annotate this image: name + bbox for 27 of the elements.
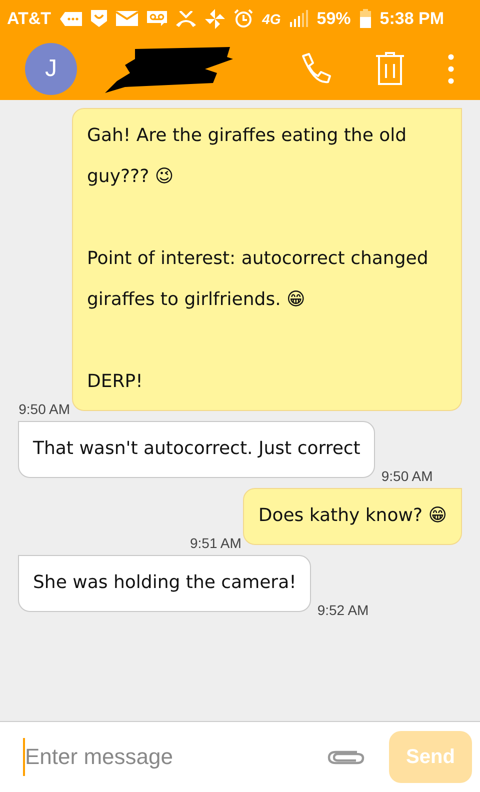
contact-avatar[interactable]: J bbox=[25, 42, 77, 94]
message-text: That wasn't autocorrect. Just correct bbox=[33, 437, 360, 461]
voicemail-icon bbox=[147, 11, 168, 26]
message-text: She was holding the camera! bbox=[33, 571, 296, 595]
pinwheel-icon bbox=[205, 8, 226, 28]
chat-bubble-icon bbox=[60, 12, 82, 26]
mail-icon bbox=[116, 11, 138, 26]
signal-icon bbox=[290, 10, 308, 27]
message-time: 9:50 AM bbox=[18, 401, 70, 417]
more-options-icon[interactable] bbox=[448, 54, 454, 84]
message-text: Point of interest: autocorrect changed giraffes to girlfriends. 😁 bbox=[87, 247, 430, 312]
message-time: 9:52 AM bbox=[317, 602, 369, 618]
clock: 5:38 PM bbox=[380, 8, 444, 28]
network-type: 4G bbox=[262, 10, 281, 26]
shield-icon bbox=[91, 10, 108, 27]
message-time: 9:50 AM bbox=[381, 468, 433, 484]
delete-icon[interactable] bbox=[376, 52, 404, 86]
message-text: Gah! Are the giraffes eating the old guy??? 😉 bbox=[87, 124, 408, 189]
battery-percent: 59% bbox=[316, 8, 351, 28]
carrier-name: AT&T bbox=[7, 8, 52, 28]
alarm-clock-icon bbox=[234, 9, 254, 28]
paperclip-icon[interactable] bbox=[327, 748, 365, 766]
message-text: Does kathy know? 😁 bbox=[258, 504, 447, 528]
missed-call-icon bbox=[176, 10, 196, 26]
message-time: 9:51 AM bbox=[190, 535, 242, 551]
battery-icon bbox=[360, 9, 371, 28]
message-text: DERP! bbox=[87, 370, 144, 394]
